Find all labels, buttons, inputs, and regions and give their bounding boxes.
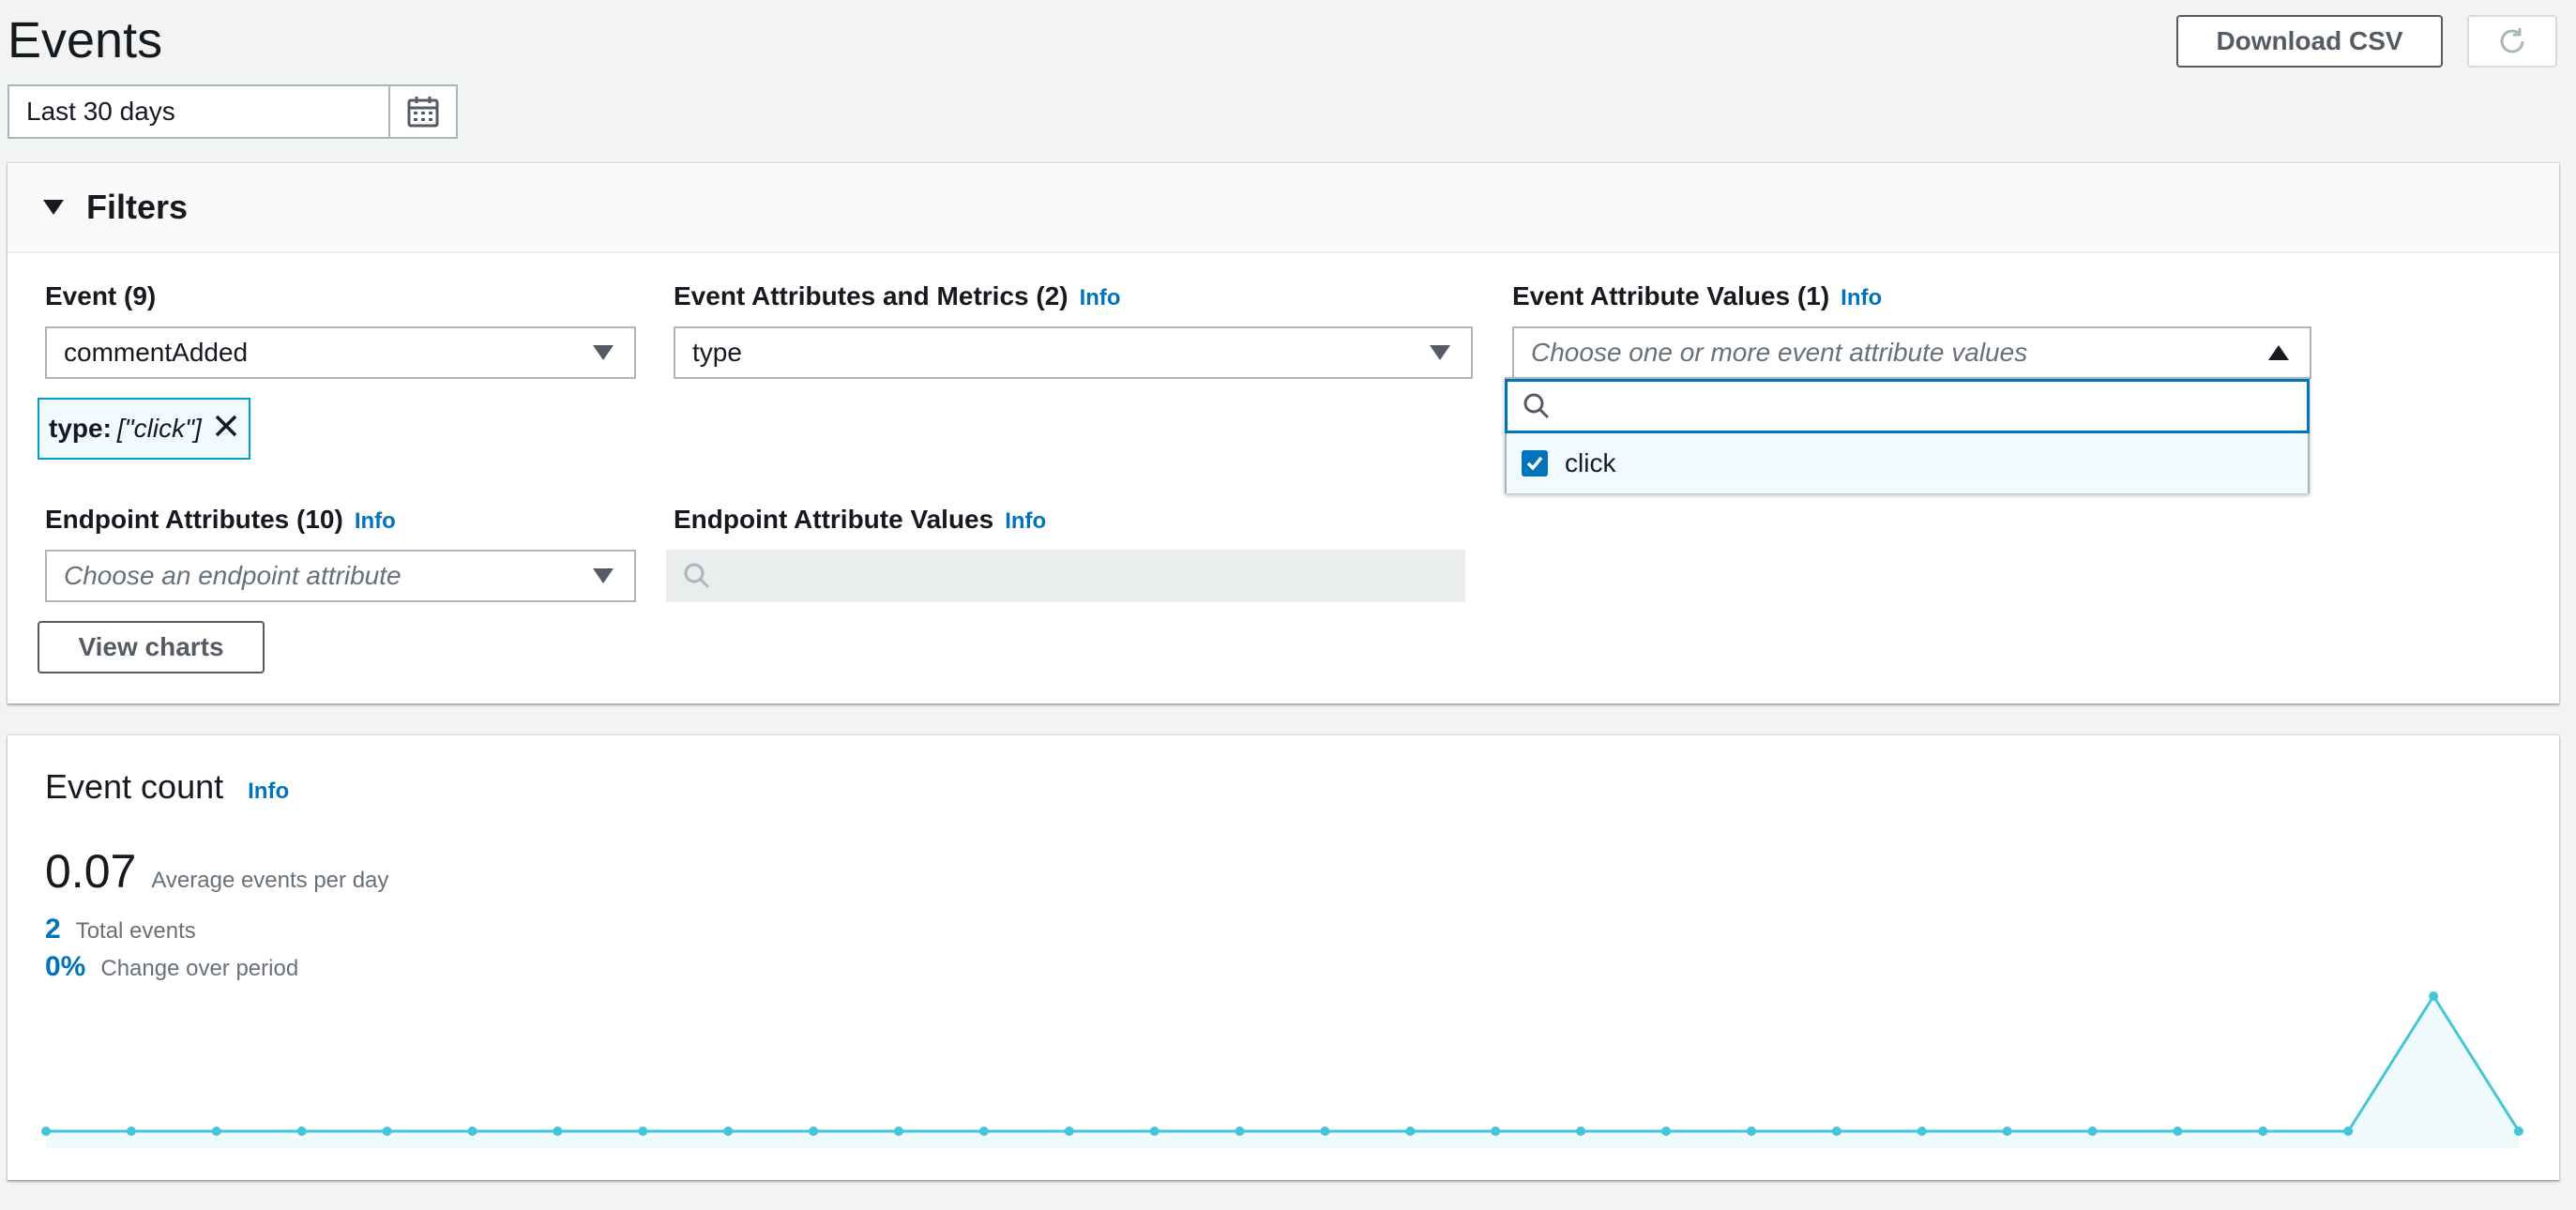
triangle-down-icon [1430,345,1450,360]
chart-point[interactable] [2343,1127,2354,1136]
chart-point[interactable] [1064,1127,1074,1136]
event-count-panel: Event count Info 0.07 Average events per… [8,735,2559,1180]
chart-point[interactable] [467,1127,477,1136]
event-label: Event (9) [45,281,156,311]
event-attributes-label-text: Event Attributes and Metrics (2) [674,281,1068,310]
event-select-value: commentAdded [64,338,249,367]
chart-point[interactable] [638,1127,648,1136]
chart-point[interactable] [1149,1127,1159,1136]
token-remove-button[interactable] [213,413,239,446]
token-value: ["click"] [116,414,202,443]
chart-point[interactable] [1235,1127,1245,1136]
triangle-up-icon [2268,345,2289,360]
event-attribute-values-label: Event Attribute Values (1) Info [1512,281,1882,311]
endpoint-attribute-values-search [666,550,1465,602]
chart-point[interactable] [893,1127,903,1136]
refresh-button[interactable] [2467,15,2557,68]
event-attribute-values-multiselect[interactable]: Choose one or more event attribute value… [1512,326,2311,379]
chart-point[interactable] [41,1127,51,1136]
endpoint-attribute-values-label-text: Endpoint Attribute Values [674,505,994,534]
checkmark-icon [1526,456,1543,471]
chart-point[interactable] [809,1127,819,1136]
chart-point[interactable] [2429,991,2439,1001]
filter-token: type: ["click"] [38,398,250,460]
event-select[interactable]: commentAdded [45,326,636,379]
event-attribute-values-placeholder: Choose one or more event attribute value… [1531,338,2028,367]
search-icon [684,563,710,589]
chart-point[interactable] [382,1127,392,1136]
dropdown-option-click[interactable]: click [1507,433,2308,493]
event-attributes-label: Event Attributes and Metrics (2) Info [674,281,1121,311]
chart-area [46,996,2519,1131]
filters-title: Filters [86,188,189,226]
chart-point[interactable] [723,1127,734,1136]
event-attribute-values-dropdown: click [1505,377,2310,493]
event-attributes-info-link[interactable]: Info [1080,285,1121,311]
download-csv-button[interactable]: Download CSV [2176,15,2443,68]
chart-point[interactable] [2514,1127,2523,1136]
chart-point[interactable] [1320,1127,1330,1136]
triangle-down-icon [593,568,614,583]
close-icon [215,415,237,436]
chart-point[interactable] [1576,1127,1586,1136]
event-label-text: Event (9) [45,281,157,310]
chart-point[interactable] [296,1127,307,1136]
event-attributes-select[interactable]: type [674,326,1473,379]
token-key: type: [49,414,112,443]
chart-point[interactable] [2087,1127,2098,1136]
chart-point[interactable] [1917,1127,1927,1136]
page-title: Events [8,12,163,68]
date-range-picker[interactable]: Last 30 days [8,84,458,139]
event-attribute-values-label-text: Event Attribute Values (1) [1512,281,1830,310]
chart-point[interactable] [1405,1127,1416,1136]
endpoint-attribute-values-label: Endpoint Attribute Values Info [674,505,1046,535]
search-icon [1523,393,1550,419]
dropdown-option-label: click [1565,448,1616,477]
triangle-down-icon [593,345,614,360]
date-range-value[interactable]: Last 30 days [9,86,388,137]
chart-point[interactable] [1746,1127,1756,1136]
event-attributes-select-value: type [692,338,742,367]
event-count-chart [41,991,2523,1148]
chart-point[interactable] [1831,1127,1841,1136]
view-charts-button[interactable]: View charts [38,621,265,673]
chart-series-line [46,993,2521,1133]
endpoint-attributes-label: Endpoint Attributes (10) Info [45,505,396,535]
endpoint-attribute-values-info-link[interactable]: Info [1005,508,1046,535]
chart-point[interactable] [1661,1127,1672,1136]
chart-point[interactable] [211,1127,221,1136]
chart-point[interactable] [978,1127,989,1136]
event-attribute-values-info-link[interactable]: Info [1841,285,1882,311]
chart-point[interactable] [1491,1127,1501,1136]
chart-point[interactable] [553,1127,563,1136]
chart-point[interactable] [2002,1127,2012,1136]
checkbox-checked[interactable] [1522,450,1548,476]
chart-point[interactable] [2258,1127,2268,1136]
endpoint-attributes-placeholder: Choose an endpoint attribute [64,561,402,590]
calendar-button[interactable] [388,86,456,137]
refresh-icon [2500,28,2524,53]
endpoint-attributes-info-link[interactable]: Info [355,508,396,535]
endpoint-attributes-label-text: Endpoint Attributes (10) [45,505,343,534]
chart-baseline-band [46,1131,2519,1148]
chart-point[interactable] [126,1127,136,1136]
calendar-icon [407,97,439,128]
chart-point[interactable] [2173,1127,2183,1136]
filters-toggle[interactable]: Filters [8,163,2559,253]
dropdown-search-input[interactable] [1505,379,2310,433]
caret-down-icon [43,200,64,215]
endpoint-attributes-select[interactable]: Choose an endpoint attribute [45,550,636,602]
